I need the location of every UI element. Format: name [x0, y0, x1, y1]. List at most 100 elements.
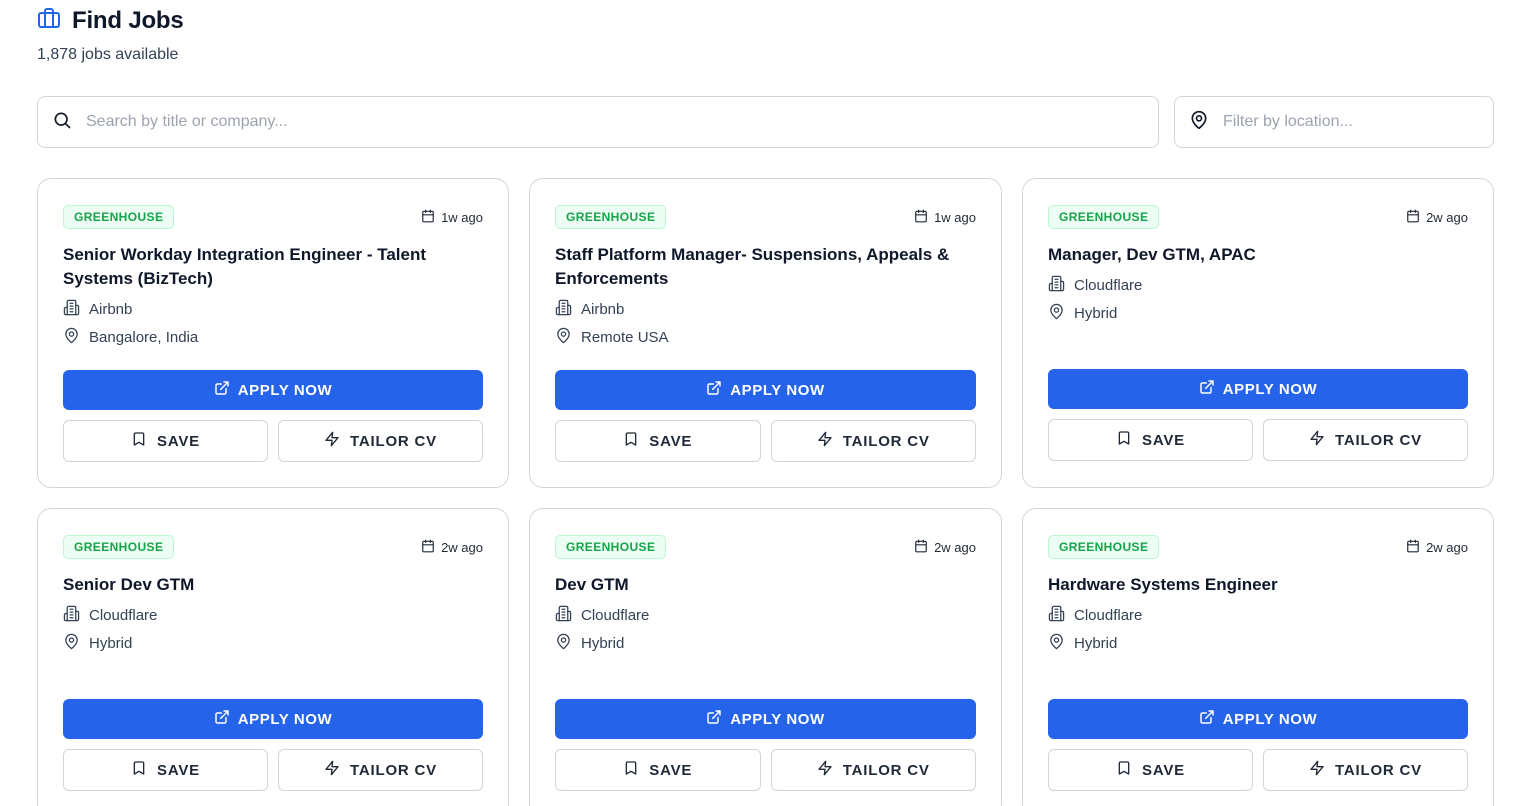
card-actions: APPLY NOW SAVE TAILOR CV — [1048, 369, 1468, 461]
job-location: Hybrid — [89, 634, 133, 652]
job-location: Hybrid — [1074, 634, 1118, 652]
card-actions: APPLY NOW SAVE TAILOR CV — [555, 699, 976, 791]
tailor-cv-button[interactable]: TAILOR CV — [770, 749, 976, 791]
source-badge: GREENHOUSE — [63, 205, 175, 229]
briefcase-icon — [37, 6, 61, 35]
save-label: SAVE — [1142, 761, 1185, 779]
external-link-icon — [706, 380, 722, 400]
building-icon — [555, 299, 572, 320]
tailor-cv-button[interactable]: TAILOR CV — [1263, 419, 1468, 461]
save-button[interactable]: SAVE — [555, 749, 761, 791]
job-card: GREENHOUSE 2w ago Manager, Dev GTM, APAC… — [1022, 178, 1494, 488]
secondary-actions: SAVE TAILOR CV — [1048, 419, 1468, 461]
search-icon — [52, 110, 72, 135]
tailor-cv-button[interactable]: TAILOR CV — [278, 420, 483, 462]
building-icon — [555, 605, 572, 626]
job-title[interactable]: Hardware Systems Engineer — [1048, 573, 1468, 597]
save-button[interactable]: SAVE — [555, 420, 761, 462]
apply-now-button[interactable]: APPLY NOW — [63, 699, 483, 739]
card-actions: APPLY NOW SAVE TAILOR CV — [63, 699, 483, 791]
posted-date-text: 1w ago — [934, 209, 976, 225]
apply-now-label: APPLY NOW — [730, 381, 825, 399]
calendar-icon — [1406, 209, 1420, 226]
card-actions: APPLY NOW SAVE TAILOR CV — [555, 370, 976, 462]
job-title[interactable]: Staff Platform Manager- Suspensions, App… — [555, 243, 976, 291]
tailor-cv-label: TAILOR CV — [1335, 761, 1422, 779]
tailor-cv-label: TAILOR CV — [842, 432, 930, 450]
apply-now-button[interactable]: APPLY NOW — [1048, 699, 1468, 739]
company-row: Cloudflare — [1048, 275, 1468, 295]
job-grid: GREENHOUSE 1w ago Senior Workday Integra… — [37, 178, 1494, 806]
save-button[interactable]: SAVE — [1048, 749, 1253, 791]
external-link-icon — [214, 709, 230, 729]
tailor-cv-button[interactable]: TAILOR CV — [770, 420, 976, 462]
secondary-actions: SAVE TAILOR CV — [63, 749, 483, 791]
source-badge: GREENHOUSE — [555, 205, 667, 229]
lightning-icon — [817, 431, 833, 451]
tailor-cv-button[interactable]: TAILOR CV — [278, 749, 483, 791]
job-title[interactable]: Senior Workday Integration Engineer - Ta… — [63, 243, 483, 291]
search-input[interactable] — [86, 113, 1158, 131]
building-icon — [63, 299, 80, 320]
company-row: Airbnb — [63, 299, 483, 319]
location-row: Bangalore, India — [63, 327, 483, 347]
posted-date: 1w ago — [914, 209, 976, 226]
location-row: Remote USA — [555, 327, 976, 347]
bookmark-icon — [1116, 430, 1132, 450]
external-link-icon — [706, 709, 722, 729]
posted-date-text: 2w ago — [1426, 209, 1468, 225]
apply-now-button[interactable]: APPLY NOW — [555, 370, 976, 410]
card-header: GREENHOUSE 2w ago — [1048, 205, 1468, 229]
job-title[interactable]: Manager, Dev GTM, APAC — [1048, 243, 1468, 267]
source-badge: GREENHOUSE — [63, 535, 175, 559]
job-title[interactable]: Dev GTM — [555, 573, 976, 597]
company-name: Cloudflare — [89, 606, 158, 624]
secondary-actions: SAVE TAILOR CV — [1048, 749, 1468, 791]
lightning-icon — [1309, 430, 1325, 450]
posted-date-text: 2w ago — [1426, 539, 1468, 555]
job-location: Remote USA — [581, 328, 669, 346]
posted-date: 2w ago — [914, 539, 976, 556]
posted-date-text: 1w ago — [441, 209, 483, 225]
apply-now-label: APPLY NOW — [730, 710, 825, 728]
lightning-icon — [1309, 760, 1325, 780]
job-card: GREENHOUSE 2w ago Dev GTM Cloudflare Hyb… — [529, 508, 1002, 806]
external-link-icon — [1199, 709, 1215, 729]
apply-now-button[interactable]: APPLY NOW — [63, 370, 483, 410]
source-badge: GREENHOUSE — [1048, 535, 1160, 559]
location-field[interactable] — [1174, 96, 1494, 148]
lightning-icon — [324, 431, 340, 451]
company-row: Airbnb — [555, 299, 976, 319]
save-button[interactable]: SAVE — [63, 420, 268, 462]
apply-now-label: APPLY NOW — [237, 710, 333, 728]
card-header: GREENHOUSE 1w ago — [555, 205, 976, 229]
bookmark-icon — [623, 431, 639, 451]
posted-date: 2w ago — [421, 539, 483, 556]
job-card: GREENHOUSE 1w ago Staff Platform Manager… — [529, 178, 1002, 488]
map-pin-icon — [1048, 633, 1065, 654]
map-pin-icon — [555, 633, 572, 654]
calendar-icon — [421, 209, 435, 226]
title-row: Find Jobs — [37, 6, 184, 35]
apply-now-label: APPLY NOW — [1222, 380, 1318, 398]
company-row: Cloudflare — [555, 605, 976, 625]
job-title[interactable]: Senior Dev GTM — [63, 573, 483, 597]
tailor-cv-button[interactable]: TAILOR CV — [1263, 749, 1468, 791]
posted-date-text: 2w ago — [934, 539, 976, 555]
location-row: Hybrid — [1048, 633, 1468, 653]
posted-date: 1w ago — [421, 209, 483, 226]
save-button[interactable]: SAVE — [63, 749, 268, 791]
posted-date: 2w ago — [1406, 209, 1468, 226]
job-card: GREENHOUSE 2w ago Hardware Systems Engin… — [1022, 508, 1494, 806]
secondary-actions: SAVE TAILOR CV — [63, 420, 483, 462]
location-input[interactable] — [1223, 113, 1493, 131]
apply-now-button[interactable]: APPLY NOW — [555, 699, 976, 739]
search-field[interactable] — [37, 96, 1159, 148]
apply-now-label: APPLY NOW — [1222, 710, 1318, 728]
save-button[interactable]: SAVE — [1048, 419, 1253, 461]
apply-now-button[interactable]: APPLY NOW — [1048, 369, 1468, 409]
bookmark-icon — [1116, 760, 1132, 780]
bookmark-icon — [623, 760, 639, 780]
save-label: SAVE — [1142, 431, 1185, 449]
bookmark-icon — [131, 431, 147, 451]
